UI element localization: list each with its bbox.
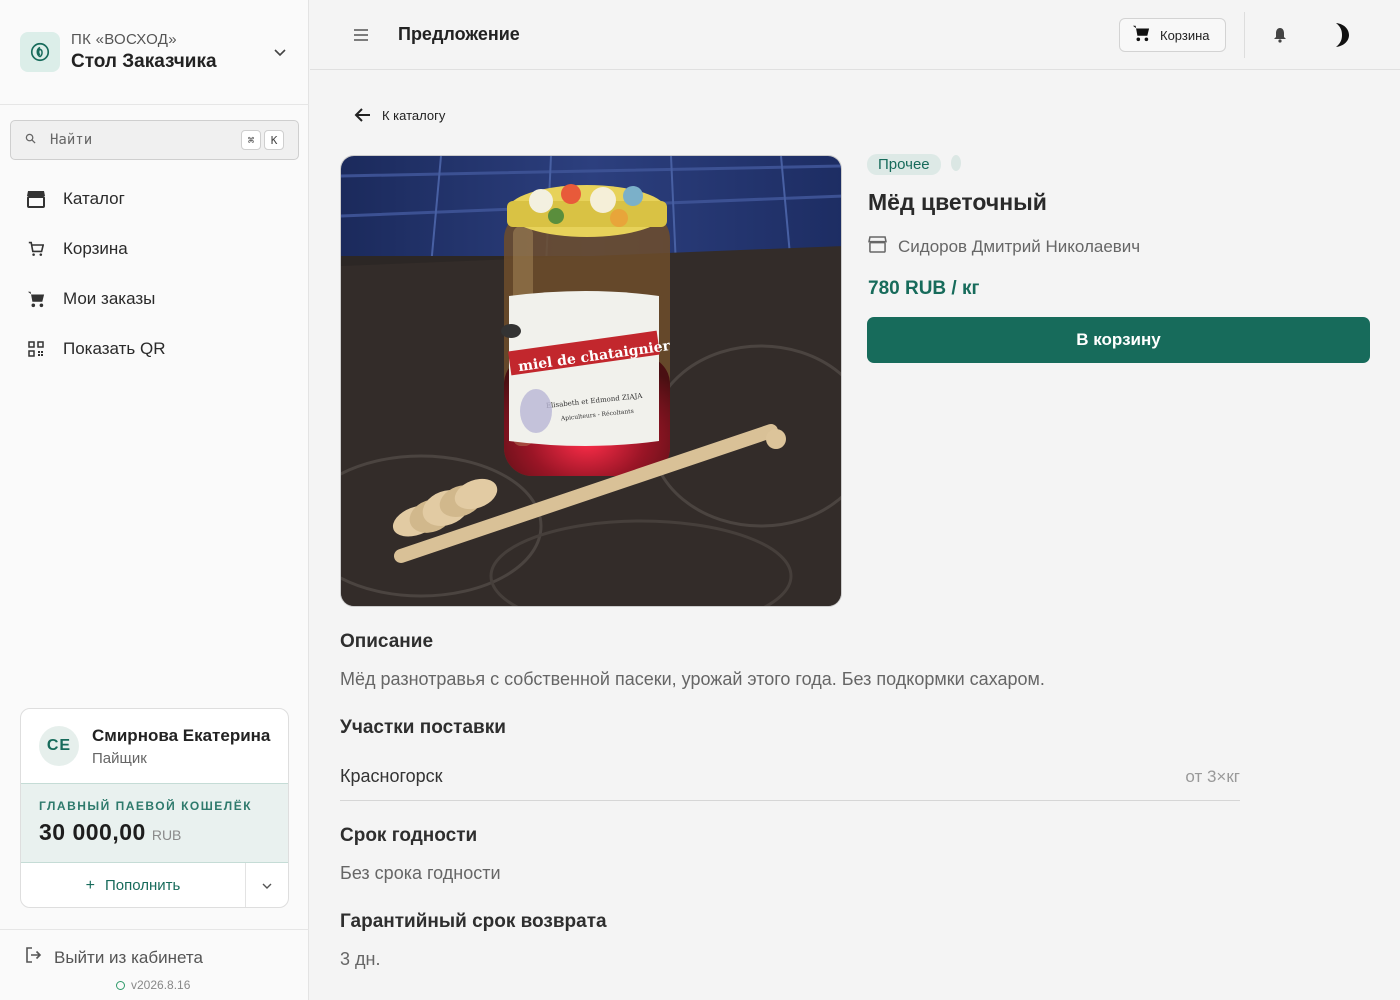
- sidebar-item-label: Каталог: [63, 189, 125, 208]
- sidebar-divider: [0, 104, 309, 105]
- zone-name: Красногорск: [340, 766, 443, 786]
- topup-button[interactable]: + Пополнить: [21, 863, 246, 907]
- shelf-life-title: Срок годности: [340, 825, 478, 846]
- cart-button-label: Корзина: [1160, 27, 1210, 43]
- org-subtitle: ПК «ВОСХОД»: [71, 31, 177, 48]
- description-title: Описание: [340, 631, 434, 652]
- seller-info[interactable]: Сидоров Дмитрий Николаевич: [868, 236, 1140, 258]
- qr-icon: [26, 339, 46, 359]
- product-name: Мёд цветочный: [868, 189, 1047, 215]
- header-cart-button[interactable]: Корзина: [1119, 18, 1226, 52]
- plus-icon: +: [85, 876, 95, 894]
- wallet-menu-button[interactable]: [246, 863, 288, 907]
- org-title: Стол Заказчика: [71, 51, 217, 72]
- page-title: Предложение: [398, 24, 520, 44]
- theme-toggle-button[interactable]: [1326, 21, 1354, 49]
- org-switcher[interactable]: ПК «ВОСХОД» Стол Заказчика: [20, 28, 290, 76]
- menu-button[interactable]: [350, 24, 372, 46]
- sidebar-item-show-qr[interactable]: Показать QR: [0, 324, 309, 374]
- badge-dot: [950, 154, 961, 171]
- category-badge: Прочее: [867, 154, 941, 175]
- bell-icon: [1274, 28, 1286, 43]
- user-name: Смирнова Екатерина: [92, 725, 271, 745]
- topup-label: Пополнить: [104, 877, 181, 894]
- search-box[interactable]: ⌘ K: [10, 120, 299, 160]
- add-to-cart-button[interactable]: В корзину: [867, 317, 1370, 363]
- store-icon: [868, 236, 887, 258]
- zone-min-quantity: от 3×кг: [1185, 766, 1240, 786]
- seller-name: Сидоров Дмитрий Николаевич: [898, 237, 1141, 256]
- sidebar-item-label: Корзина: [63, 239, 128, 258]
- shortcut-key-k: K: [264, 130, 284, 150]
- delivery-zone-row: Красногорск от 3×кг: [340, 760, 1240, 801]
- notifications-button[interactable]: [1270, 25, 1290, 45]
- user-profile[interactable]: СЕ Смирнова Екатерина Пайщик: [21, 709, 288, 783]
- logout-icon: [24, 946, 42, 969]
- cart-icon: [26, 289, 46, 309]
- delivery-zones-title: Участки поставки: [340, 717, 506, 738]
- version-info: v2026.8.16: [116, 978, 190, 992]
- wallet-currency: RUB: [151, 827, 182, 843]
- moon-icon: [1336, 23, 1349, 47]
- menu-icon: [354, 29, 368, 41]
- header-divider: [1244, 12, 1245, 58]
- back-to-catalog-link[interactable]: К каталогу: [354, 107, 445, 123]
- shortcut-key-cmd: ⌘: [241, 130, 261, 150]
- logout-label: Выйти из кабинета: [54, 947, 203, 967]
- store-icon: [26, 189, 46, 209]
- product-tags: Прочее: [867, 154, 961, 175]
- sidebar-item-label: Мои заказы: [63, 289, 156, 308]
- user-role: Пайщик: [92, 749, 147, 767]
- cart-icon: [1131, 24, 1151, 47]
- cart-icon: [26, 239, 46, 259]
- sidebar-item-my-orders[interactable]: Мои заказы: [0, 274, 309, 324]
- wallet-panel: ГЛАВНЫЙ ПАЕВОЙ КОШЕЛЁК 30 000,00 RUB: [21, 783, 288, 863]
- sidebar-item-catalog[interactable]: Каталог: [0, 174, 309, 224]
- status-dot-icon: [116, 980, 125, 990]
- description-text: Мёд разнотравья с собственной пасеки, ур…: [340, 669, 1045, 689]
- shelf-life-text: Без срока годности: [340, 863, 501, 883]
- avatar: СЕ: [39, 726, 79, 766]
- sidebar: ПК «ВОСХОД» Стол Заказчика ⌘ K Каталог К…: [0, 0, 309, 1000]
- sidebar-item-cart[interactable]: Корзина: [0, 224, 309, 274]
- wallet-balance: 30 000,00: [39, 819, 146, 845]
- org-logo-icon: [20, 32, 60, 72]
- search-icon: [25, 131, 36, 149]
- version-label: v2026.8.16: [131, 978, 191, 992]
- chevron-down-icon: [262, 883, 272, 889]
- top-bar: Предложение Корзина: [310, 0, 1400, 70]
- chevron-down-icon[interactable]: [270, 42, 290, 62]
- product-image: miel de chataignier Elisabeth et Edmond …: [340, 155, 842, 607]
- sidebar-nav: Каталог Корзина Мои заказы Показать QR: [0, 174, 309, 374]
- sidebar-item-label: Показать QR: [63, 339, 166, 358]
- arrow-left-icon: [354, 108, 370, 122]
- wallet-label: ГЛАВНЫЙ ПАЕВОЙ КОШЕЛЁК: [39, 799, 253, 813]
- logout-button[interactable]: Выйти из кабинета: [24, 946, 203, 969]
- user-card: СЕ Смирнова Екатерина Пайщик ГЛАВНЫЙ ПАЕ…: [20, 708, 289, 908]
- return-period-title: Гарантийный срок возврата: [340, 911, 607, 932]
- search-input[interactable]: [50, 132, 238, 148]
- sidebar-divider: [0, 929, 309, 930]
- product-price: 780 RUB / кг: [868, 278, 980, 299]
- back-label: К каталогу: [382, 107, 446, 123]
- return-period-text: 3 дн.: [340, 949, 381, 969]
